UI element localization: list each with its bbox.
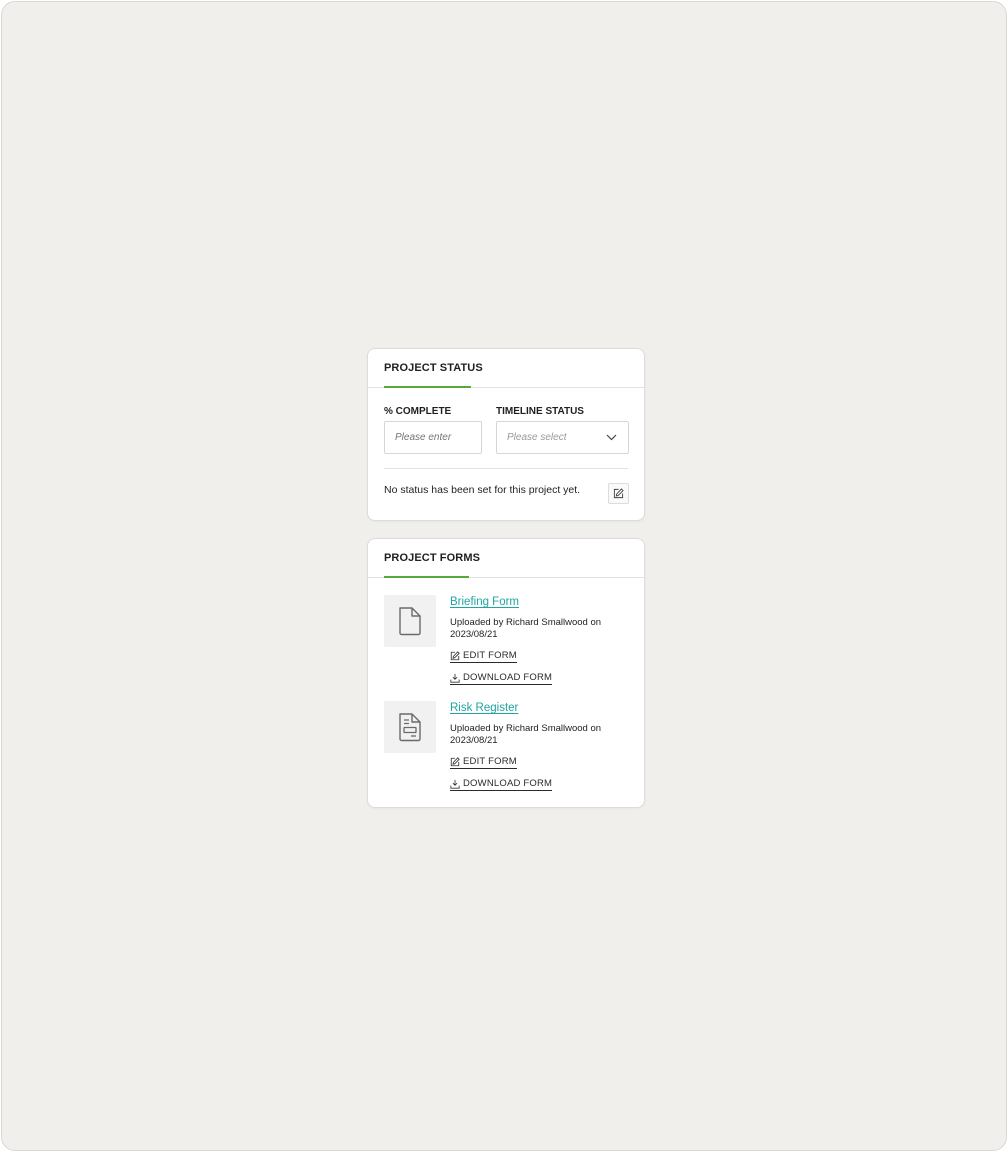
pencil-square-icon — [613, 488, 624, 499]
form-upload-meta: Uploaded by Richard Smallwood on 2023/08… — [450, 723, 602, 746]
project-forms-card: PROJECT FORMS Briefing Form Uploaded by … — [367, 538, 645, 808]
project-forms-tab-indicator — [384, 576, 469, 578]
status-divider — [384, 468, 628, 469]
timeline-status-placeholder: Please select — [507, 432, 567, 443]
download-icon — [450, 779, 460, 789]
download-form-button[interactable]: DOWNLOAD FORM — [450, 672, 553, 685]
app-background: PROJECT STATUS % COMPLETE TIMELINE STATU… — [1, 1, 1007, 1151]
form-upload-meta: Uploaded by Richard Smallwood on 2023/08… — [450, 617, 602, 640]
edit-form-label: EDIT FORM — [463, 756, 517, 767]
percent-complete-label: % COMPLETE — [384, 406, 452, 417]
form-name-link[interactable]: Briefing Form — [450, 596, 519, 608]
percent-complete-input[interactable] — [384, 421, 482, 454]
form-thumbnail — [384, 595, 436, 647]
edit-form-button[interactable]: EDIT FORM — [450, 650, 517, 663]
form-thumbnail — [384, 701, 436, 753]
form-name-link[interactable]: Risk Register — [450, 702, 518, 714]
register-document-icon — [399, 713, 421, 742]
edit-status-button[interactable] — [608, 483, 629, 504]
project-status-header: PROJECT STATUS — [368, 349, 644, 388]
edit-form-label: EDIT FORM — [463, 650, 517, 661]
project-status-tab-indicator — [384, 386, 471, 388]
project-status-title: PROJECT STATUS — [384, 362, 483, 374]
status-message: No status has been set for this project … — [384, 484, 581, 496]
document-icon — [399, 607, 421, 636]
edit-form-button[interactable]: EDIT FORM — [450, 756, 517, 769]
timeline-status-label: TIMELINE STATUS — [496, 406, 584, 417]
download-icon — [450, 673, 460, 683]
download-form-label: DOWNLOAD FORM — [463, 778, 553, 789]
pencil-square-icon — [450, 756, 460, 766]
download-form-label: DOWNLOAD FORM — [463, 672, 553, 683]
download-form-button[interactable]: DOWNLOAD FORM — [450, 778, 553, 791]
form-item-risk-register: Risk Register Uploaded by Richard Smallw… — [384, 701, 634, 797]
project-forms-title: PROJECT FORMS — [384, 552, 481, 564]
form-item-briefing: Briefing Form Uploaded by Richard Smallw… — [384, 595, 634, 691]
project-status-card: PROJECT STATUS % COMPLETE TIMELINE STATU… — [367, 348, 645, 521]
project-forms-header: PROJECT FORMS — [368, 539, 644, 578]
chevron-down-icon — [606, 434, 617, 441]
timeline-status-select[interactable]: Please select — [496, 421, 629, 454]
pencil-square-icon — [450, 650, 460, 660]
